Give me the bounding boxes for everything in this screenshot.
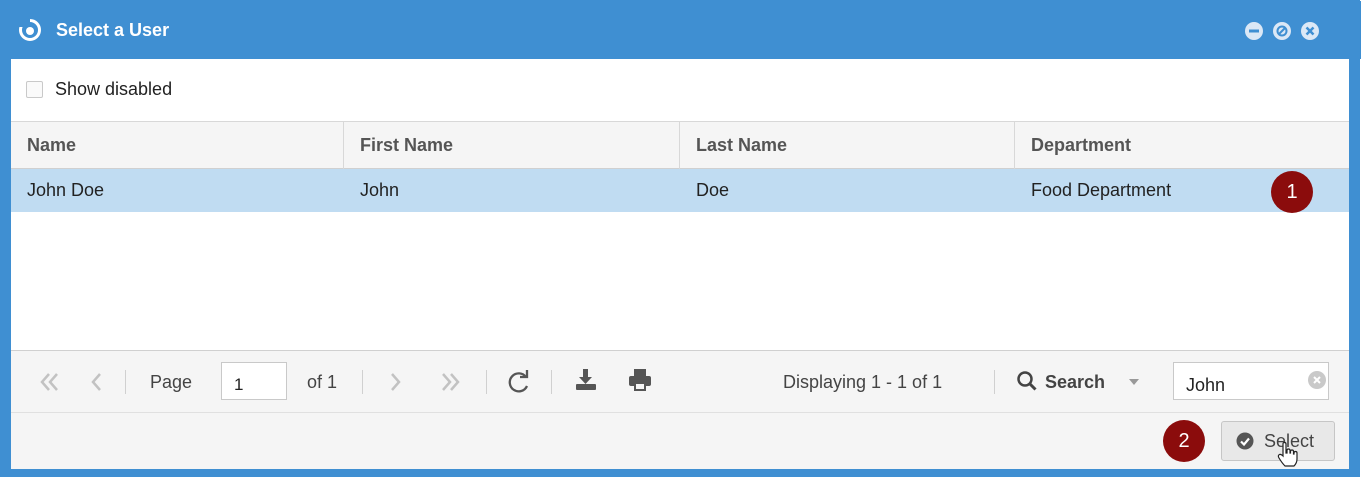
restore-icon[interactable] [1273,22,1291,40]
filter-bar: Show disabled [11,59,1349,121]
cell-last-name: Doe [696,180,730,200]
table-row[interactable]: John Doe John Doe Food Department [11,169,1349,212]
toolbar-separator [551,370,552,394]
dialog-titlebar[interactable]: Select a User [1,1,1361,59]
check-circle-icon [1236,432,1254,450]
page-number-input[interactable] [221,362,287,400]
displaying-info: Displaying 1 - 1 of 1 [783,372,943,392]
refresh-icon[interactable] [506,369,532,395]
next-page-icon[interactable] [389,371,403,393]
toolbar-separator [486,370,487,394]
show-disabled-label[interactable]: Show disabled [55,79,172,100]
circle-logo-icon [19,19,41,41]
clear-search-icon[interactable] [1308,371,1326,389]
toolbar-separator [994,370,995,394]
cell-name: John Doe [27,180,105,200]
paging-toolbar: Page of 1 [11,350,1349,412]
grid-header: Name First Name Last Name Department [11,121,1349,169]
dialog-title: Select a User [56,20,170,40]
first-page-icon[interactable] [39,371,61,393]
search-icon[interactable] [1016,370,1038,392]
hand-cursor-icon [1277,442,1298,467]
step-badge-2: 2 [1163,420,1205,462]
dialog-body: Show disabled Name First Name Last Name … [11,59,1349,469]
close-icon[interactable] [1301,22,1319,40]
search-input[interactable] [1173,362,1329,400]
page-label: Page [150,372,193,392]
select-user-dialog: Select a User Show disabled Name First N… [0,0,1361,477]
column-header-first-name[interactable]: First Name [344,122,680,169]
print-icon[interactable] [627,368,653,392]
toolbar-separator [362,370,363,394]
minimize-icon[interactable] [1245,22,1263,40]
page-count-label: of 1 [307,372,338,392]
show-disabled-checkbox[interactable] [26,81,43,98]
prev-page-icon[interactable] [89,371,103,393]
grid-empty-area [11,212,1349,350]
step-badge-1: 1 [1271,171,1313,213]
toolbar-separator [125,370,126,394]
export-icon[interactable] [574,367,598,391]
last-page-icon[interactable] [439,371,461,393]
dialog-footer: Select [11,412,1349,469]
column-header-department[interactable]: Department [1015,122,1349,169]
column-header-last-name[interactable]: Last Name [680,122,1015,169]
chevron-down-icon[interactable] [1128,378,1140,386]
cell-first-name: John [360,180,400,200]
column-header-name[interactable]: Name [11,122,344,169]
select-button[interactable]: Select [1221,421,1335,467]
search-menu-label[interactable]: Search [1045,370,1105,394]
